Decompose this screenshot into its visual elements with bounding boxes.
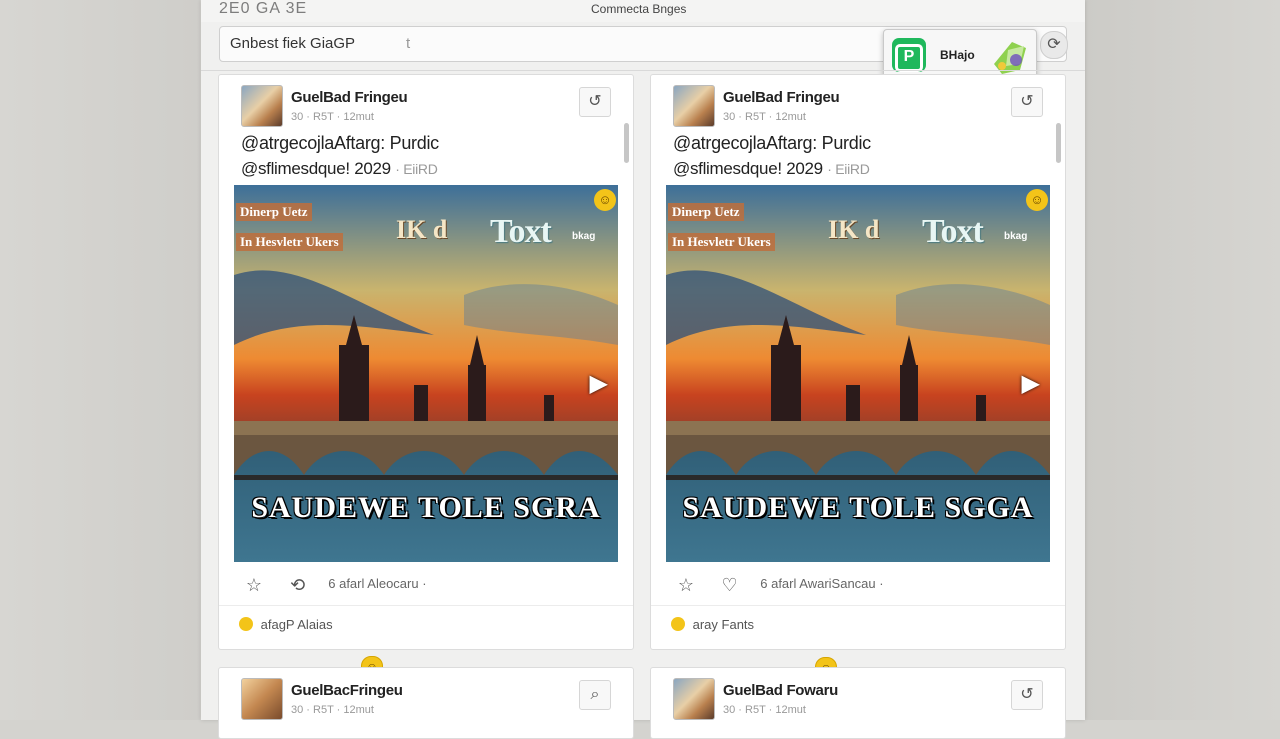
image-banner-text: SAUDEWE TOLE SGRA (251, 491, 601, 524)
reactions-text[interactable]: 6 afarl AwariSancau · (760, 576, 883, 591)
post-author[interactable]: GuelBad Fowaru (723, 682, 838, 699)
image-right-text: Toxt (922, 213, 984, 250)
avatar[interactable] (241, 85, 283, 127)
post-card: GuelBacFringeu 30 · R5T · 12mut ⌕ (218, 667, 634, 739)
refresh-icon[interactable]: ⟳ (1040, 31, 1068, 59)
app-window: 2E0 GA 3E Commecta Bnges Gnbest fiek Gia… (201, 0, 1085, 739)
image-mid-text: IK d (396, 215, 448, 244)
window-title: Commecta Bnges (591, 2, 687, 16)
desktop-background-right (1084, 0, 1280, 720)
image-tag-2: In Hesvletr Ukers (236, 233, 343, 251)
post-caption-muted: · EiiRD (827, 161, 870, 177)
next-image-arrow-icon[interactable]: ▶ (590, 369, 608, 398)
post-caption-line1: @atrgecojlaAftarg: Purdic (673, 133, 871, 153)
post-card: GuelBad Fringeu 30 · R5T · 12mut ↺ @atrg… (218, 74, 634, 650)
heart-icon[interactable]: ♡ (717, 575, 743, 596)
post-actions: ☆ ♡ 6 afarl AwariSancau · (673, 575, 884, 596)
actions-divider (219, 605, 633, 606)
post-footer: aray Fants (671, 617, 754, 632)
avatar[interactable] (673, 678, 715, 720)
app-icon[interactable]: P (892, 38, 926, 72)
image-small-text: bkag (572, 231, 596, 242)
scrollbar-thumb[interactable] (1056, 123, 1061, 163)
image-mid-text: IK d (828, 215, 880, 244)
avatar[interactable] (241, 678, 283, 720)
post-meta: 30 · R5T · 12mut (291, 704, 374, 716)
star-icon[interactable]: ☆ (673, 575, 699, 596)
post-footer: afagP Alaias (239, 617, 333, 632)
image-banner-text: SAUDEWE TOLE SGGA (682, 491, 1034, 524)
feed-divider (201, 70, 1085, 71)
post-author[interactable]: GuelBacFringeu (291, 682, 403, 699)
title-bar: 2E0 GA 3E Commecta Bnges (201, 0, 1085, 22)
post-meta: 30 · R5T · 12mut (723, 111, 806, 123)
actions-divider (651, 605, 1065, 606)
post-footer-text[interactable]: afagP Alaias (261, 617, 333, 632)
post-meta: 30 · R5T · 12mut (291, 111, 374, 123)
next-image-arrow-icon[interactable]: ▶ (1022, 369, 1040, 398)
title-bar-left-text: 2E0 GA 3E (219, 0, 308, 17)
post-card: GuelBad Fringeu 30 · R5T · 12mut ↺ @atrg… (650, 74, 1066, 650)
search-input[interactable]: Gnbest fiek GiaGP (230, 35, 355, 52)
image-right-text: Toxt (490, 213, 552, 250)
reply-icon[interactable]: ↺ (1011, 87, 1043, 117)
reactions-text[interactable]: 6 afarl Aleocaru · (328, 576, 426, 591)
post-author[interactable]: GuelBad Fringeu (723, 89, 840, 106)
post-meta: 30 · R5T · 12mut (723, 704, 806, 716)
post-caption-line1: @atrgecojlaAftarg: Purdic (241, 133, 439, 153)
post-caption-text: @sflimesdque! 2029 (241, 159, 391, 178)
scrollbar-thumb[interactable] (624, 123, 629, 163)
share-icon[interactable]: ⟲ (285, 575, 311, 596)
post-caption-muted: · EiiRD (395, 161, 438, 177)
reply-icon[interactable]: ↺ (579, 87, 611, 117)
smiley-icon (239, 617, 253, 631)
post-author[interactable]: GuelBad Fringeu (291, 89, 408, 106)
emoji-badge-icon: ☺ (594, 189, 616, 211)
emoji-badge-icon: ☺ (1026, 189, 1048, 211)
post-card: GuelBad Fowaru 30 · R5T · 12mut ↺ (650, 667, 1066, 739)
avatar[interactable] (673, 85, 715, 127)
star-icon[interactable]: ☆ (241, 575, 267, 596)
popup-label: BHajo (940, 48, 975, 62)
post-image[interactable]: Dinerp Uetz In Hesvletr Ukers IK d Toxt … (666, 185, 1050, 562)
image-tag-1: Dinerp Uetz (236, 203, 312, 221)
search-caret: t (406, 35, 411, 52)
search-icon[interactable]: ⌕ (579, 680, 611, 710)
post-caption-line2: @sflimesdque! 2029 · EiiRD (673, 159, 870, 179)
desktop-background-left (0, 0, 200, 720)
image-tag-1: Dinerp Uetz (668, 203, 744, 221)
post-footer-text[interactable]: aray Fants (693, 617, 754, 632)
image-tag-2: In Hesvletr Ukers (668, 233, 775, 251)
post-actions: ☆ ⟲ 6 afarl Aleocaru · (241, 575, 427, 596)
image-small-text: bkag (1004, 231, 1028, 242)
post-caption-text: @sflimesdque! 2029 (673, 159, 823, 178)
post-caption-line2: @sflimesdque! 2029 · EiiRD (241, 159, 438, 179)
smiley-icon (671, 617, 685, 631)
reply-icon[interactable]: ↺ (1011, 680, 1043, 710)
post-image[interactable]: Dinerp Uetz In Hesvletr Ukers IK d Toxt … (234, 185, 618, 562)
